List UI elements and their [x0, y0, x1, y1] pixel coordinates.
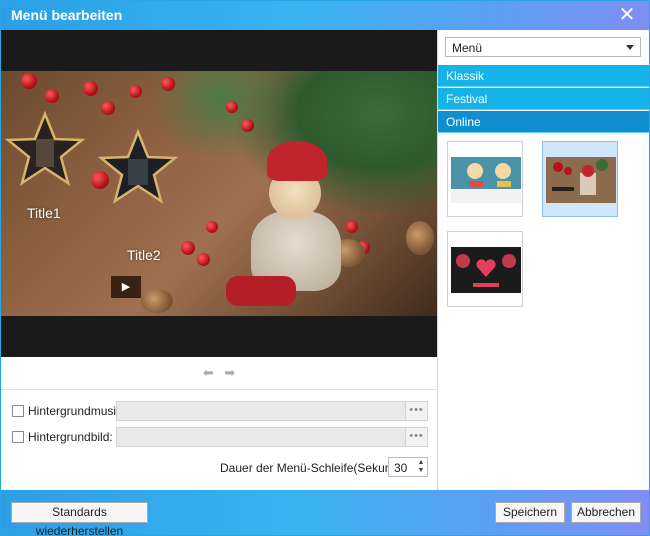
template-preview-image [546, 157, 616, 203]
background-image-checkbox[interactable] [12, 431, 24, 443]
background-music-checkbox[interactable] [12, 405, 24, 417]
background-music-path-field[interactable] [116, 401, 406, 421]
berry-decoration [45, 89, 59, 103]
background-image-label: Hintergrundbild: [28, 430, 113, 444]
close-icon[interactable]: ✕ [615, 3, 639, 27]
doll-figure [267, 141, 327, 181]
button-bar: Standards wiederherstellen Speichern Abb… [1, 490, 649, 535]
berry-decoration [181, 241, 195, 255]
save-button[interactable]: Speichern [495, 502, 565, 523]
title1-label[interactable]: Title1 [27, 205, 61, 221]
menu-loop-duration-spinner[interactable]: 30 ▲ ▼ [388, 457, 428, 477]
menu-loop-duration-value: 30 [394, 461, 408, 475]
pinecone-decoration [141, 289, 173, 313]
title2-star-thumbnail[interactable] [98, 129, 178, 205]
preview-background-image: Title1 Title2 ▶ [1, 71, 437, 316]
cancel-button[interactable]: Abbrechen [571, 502, 641, 523]
berry-decoration [197, 253, 210, 266]
template-thumbnail-3[interactable] [447, 231, 523, 307]
background-image-row: Hintergrundbild: ••• [12, 427, 428, 447]
pinecone-decoration [406, 221, 434, 255]
template-type-dropdown[interactable]: Menü [445, 37, 641, 57]
menu-preview: Title1 Title2 ▶ [1, 30, 437, 357]
berry-decoration [129, 85, 142, 98]
arrow-right-icon[interactable]: ➡ [221, 357, 239, 389]
category-festival[interactable]: Festival [438, 88, 649, 110]
category-online[interactable]: Online [438, 111, 649, 133]
background-music-row: Hintergrundmusik: ••• [12, 401, 428, 421]
preview-navigation: ⬅ ➡ [1, 357, 437, 389]
play-icon[interactable]: ▶ [111, 276, 141, 298]
restore-defaults-button[interactable]: Standards wiederherstellen [11, 502, 148, 535]
dialog-title: Menü bearbeiten [11, 7, 123, 23]
berry-decoration [21, 73, 37, 89]
divider [1, 389, 437, 390]
background-image-browse-button[interactable]: ••• [405, 427, 428, 447]
background-music-browse-button[interactable]: ••• [405, 401, 428, 421]
berry-decoration [161, 77, 175, 91]
berry-decoration [226, 101, 238, 113]
berry-decoration [101, 101, 115, 115]
chevron-up-icon[interactable]: ▲ [417, 459, 425, 467]
template-thumbnail-2[interactable] [542, 141, 618, 217]
template-preview-image [451, 247, 521, 293]
title2-label[interactable]: Title2 [127, 247, 161, 263]
berry-decoration [83, 81, 98, 96]
arrow-left-icon[interactable]: ⬅ [199, 357, 217, 389]
berry-decoration [206, 221, 218, 233]
title1-star-thumbnail[interactable] [5, 111, 85, 187]
berry-decoration [346, 221, 358, 233]
doll-figure [226, 276, 296, 306]
title-bar: Menü bearbeiten ✕ [1, 1, 649, 30]
category-klassik[interactable]: Klassik [438, 65, 649, 87]
template-type-value: Menü [452, 41, 483, 55]
background-music-label: Hintergrundmusik: [28, 404, 126, 418]
background-image-path-field[interactable] [116, 427, 406, 447]
spinner-arrows[interactable]: ▲ ▼ [417, 459, 425, 475]
menu-loop-duration-label: Dauer der Menü-Schleife(Sekunde): [220, 461, 413, 475]
chevron-down-icon[interactable]: ▼ [417, 467, 425, 475]
template-thumbnail-1[interactable] [447, 141, 523, 217]
template-preview-image [451, 157, 521, 203]
berry-decoration [241, 119, 254, 132]
edit-menu-dialog: Menü bearbeiten ✕ Title1 Title2 ▶ ⬅ ➡ Hi… [0, 0, 650, 536]
chevron-down-icon [626, 45, 634, 50]
